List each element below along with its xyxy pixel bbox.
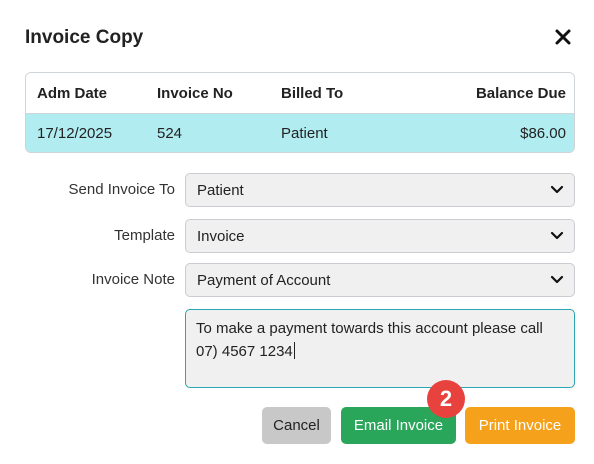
invoice-note-value: Payment of Account (197, 271, 331, 289)
send-invoice-to-select[interactable]: Patient (185, 173, 575, 207)
invoice-table: Adm Date Invoice No Billed To Balance Du… (25, 72, 575, 153)
chevron-down-icon (550, 231, 564, 240)
cell-balance-due: $86.00 (520, 125, 566, 142)
template-select[interactable]: Invoice (185, 219, 575, 253)
column-header-invoice-no[interactable]: Invoice No (157, 73, 233, 113)
table-row[interactable]: 17/12/2025 524 Patient $86.00 (26, 114, 574, 152)
dialog-title: Invoice Copy (25, 27, 144, 48)
column-header-adm-date[interactable]: Adm Date (37, 73, 107, 113)
step-number-badge: 2 (427, 380, 465, 418)
invoice-note-textarea[interactable]: To make a payment towards this account p… (185, 309, 575, 388)
table-header-row: Adm Date Invoice No Billed To Balance Du… (26, 73, 574, 114)
invoice-copy-dialog: Invoice Copy Adm Date Invoice No Billed … (0, 0, 594, 464)
cell-invoice-no: 524 (157, 125, 183, 142)
cell-adm-date: 17/12/2025 (37, 125, 113, 142)
close-icon[interactable] (552, 26, 574, 48)
cancel-button[interactable]: Cancel (262, 407, 331, 444)
column-header-balance-due[interactable]: Balance Due (476, 73, 566, 113)
chevron-down-icon (550, 185, 564, 194)
text-caret (293, 342, 295, 359)
invoice-note-label: Invoice Note (91, 271, 175, 288)
column-header-billed-to[interactable]: Billed To (281, 73, 343, 113)
send-invoice-to-value: Patient (197, 181, 244, 199)
cell-billed-to: Patient (281, 125, 328, 142)
invoice-note-select[interactable]: Payment of Account (185, 263, 575, 297)
template-label: Template (114, 227, 175, 244)
template-value: Invoice (197, 227, 245, 245)
send-invoice-to-label: Send Invoice To (68, 181, 175, 198)
chevron-down-icon (550, 275, 564, 284)
print-invoice-button[interactable]: Print Invoice (465, 407, 575, 444)
invoice-note-text: To make a payment towards this account p… (196, 320, 543, 360)
